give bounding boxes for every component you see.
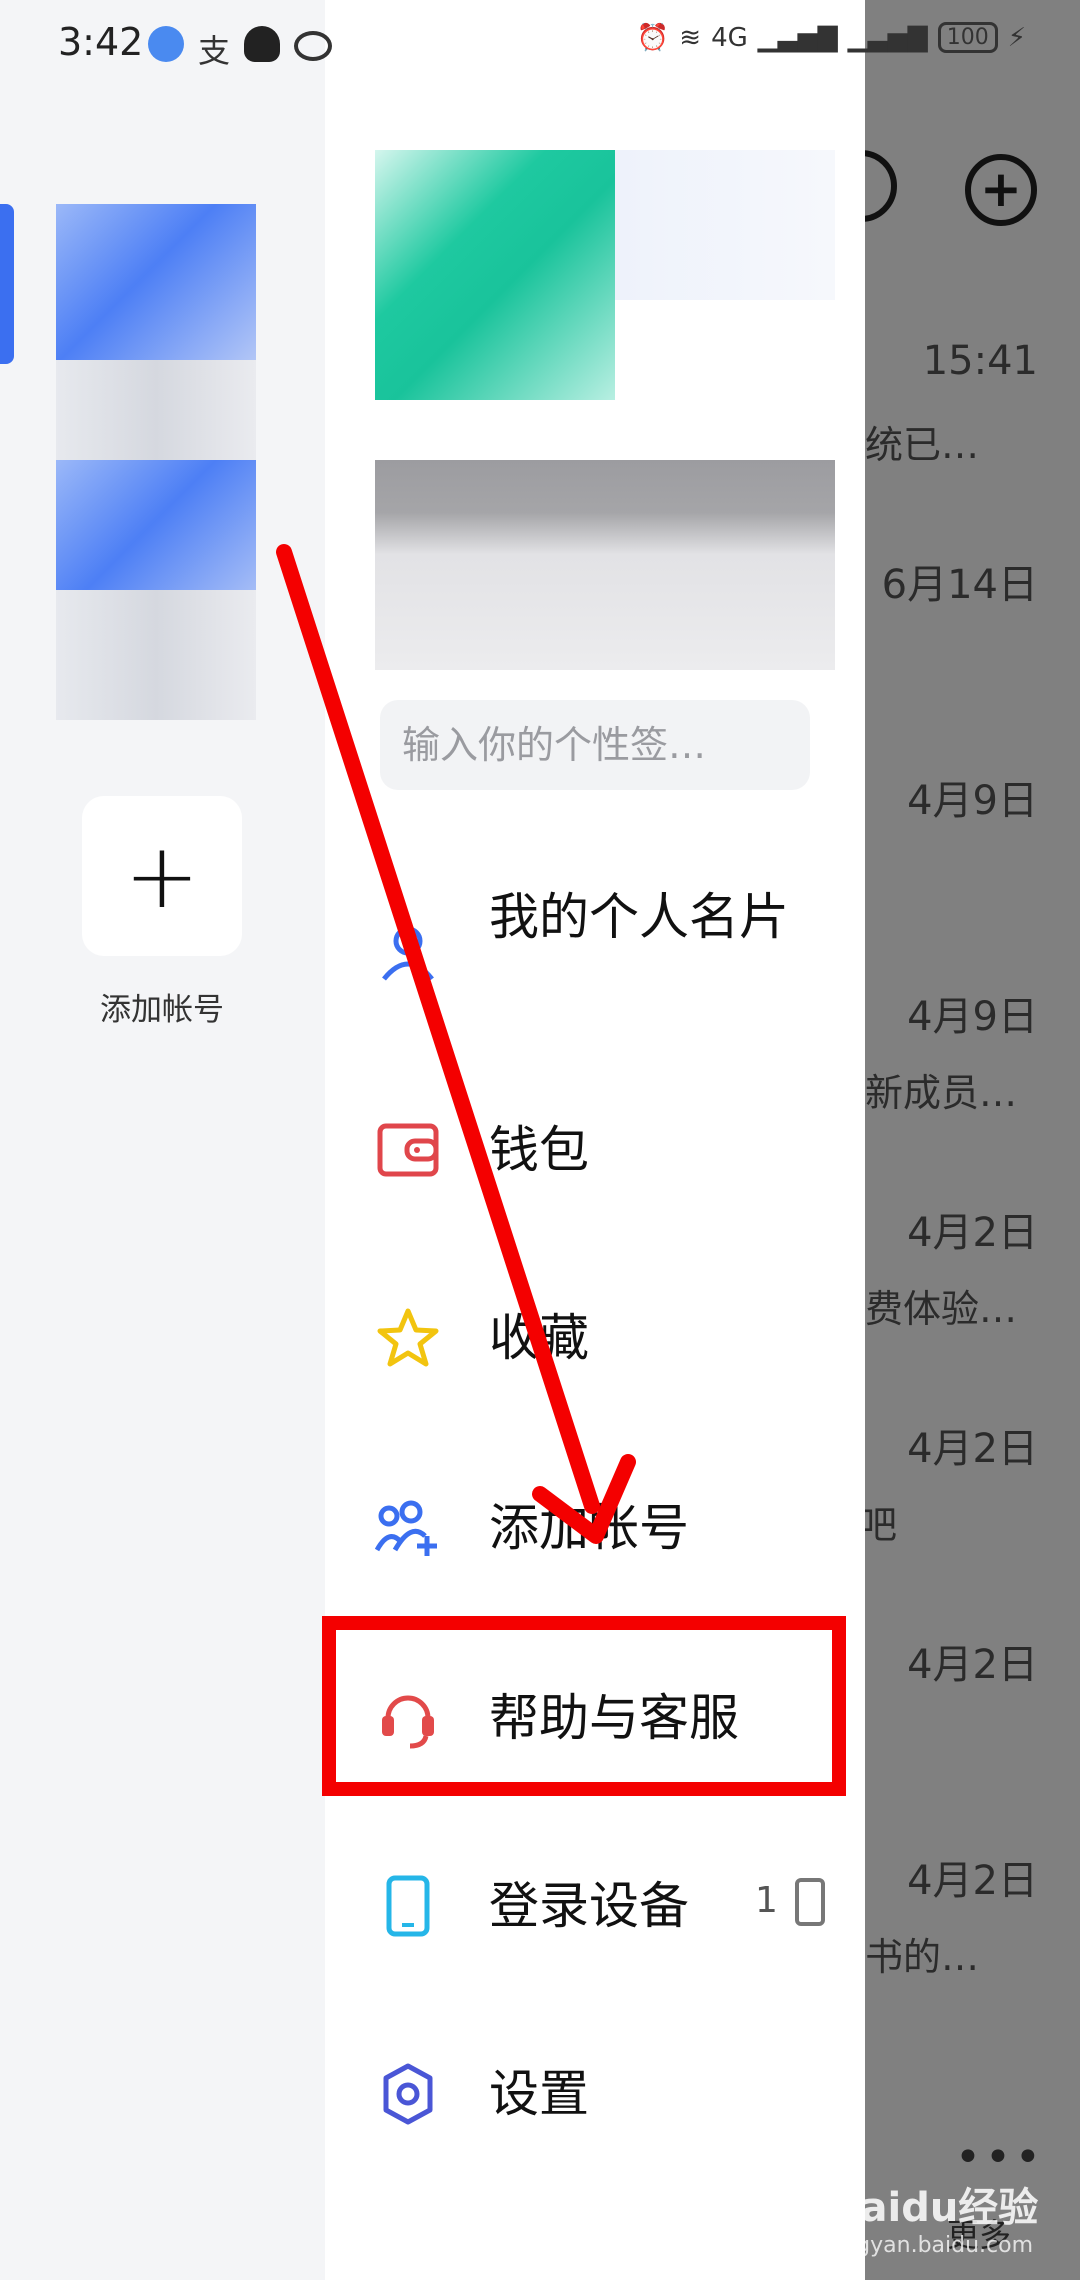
alarm-icon: ⏰ — [636, 22, 670, 53]
eye-icon — [294, 31, 333, 61]
watermark-url: jingyan.baidu.com — [830, 2233, 1034, 2258]
qq-notification-icon — [244, 26, 281, 62]
network-label: 4G — [711, 22, 748, 53]
battery-icon: 100 — [937, 22, 998, 53]
watermark-brand: Baidu经验 — [830, 2185, 1039, 2231]
baidu-watermark: Baidu经验 jingyan.baidu.com — [830, 2175, 1038, 2258]
wifi-icon: ≋ — [679, 22, 702, 53]
signal-icon-2: ▁▃▅▇ — [847, 22, 928, 53]
charging-icon: ⚡ — [1007, 22, 1026, 53]
status-time: 3:42 — [58, 20, 144, 64]
signal-icon: ▁▃▅▇ — [757, 22, 838, 53]
annotation-highlight-box — [322, 1616, 846, 1796]
annotation-arrow — [276, 544, 636, 1544]
notification-icons: 支 — [148, 26, 333, 70]
browser-notification-icon — [148, 26, 184, 62]
status-right-icons: ⏰ ≋ 4G ▁▃▅▇ ▁▃▅▇ 100 ⚡ — [637, 22, 1026, 53]
status-bar: 3:42 支 ⏰ ≋ 4G ▁▃▅▇ ▁▃▅▇ 100 ⚡ — [0, 0, 1080, 92]
alipay-notification-icon: 支 — [198, 32, 231, 70]
